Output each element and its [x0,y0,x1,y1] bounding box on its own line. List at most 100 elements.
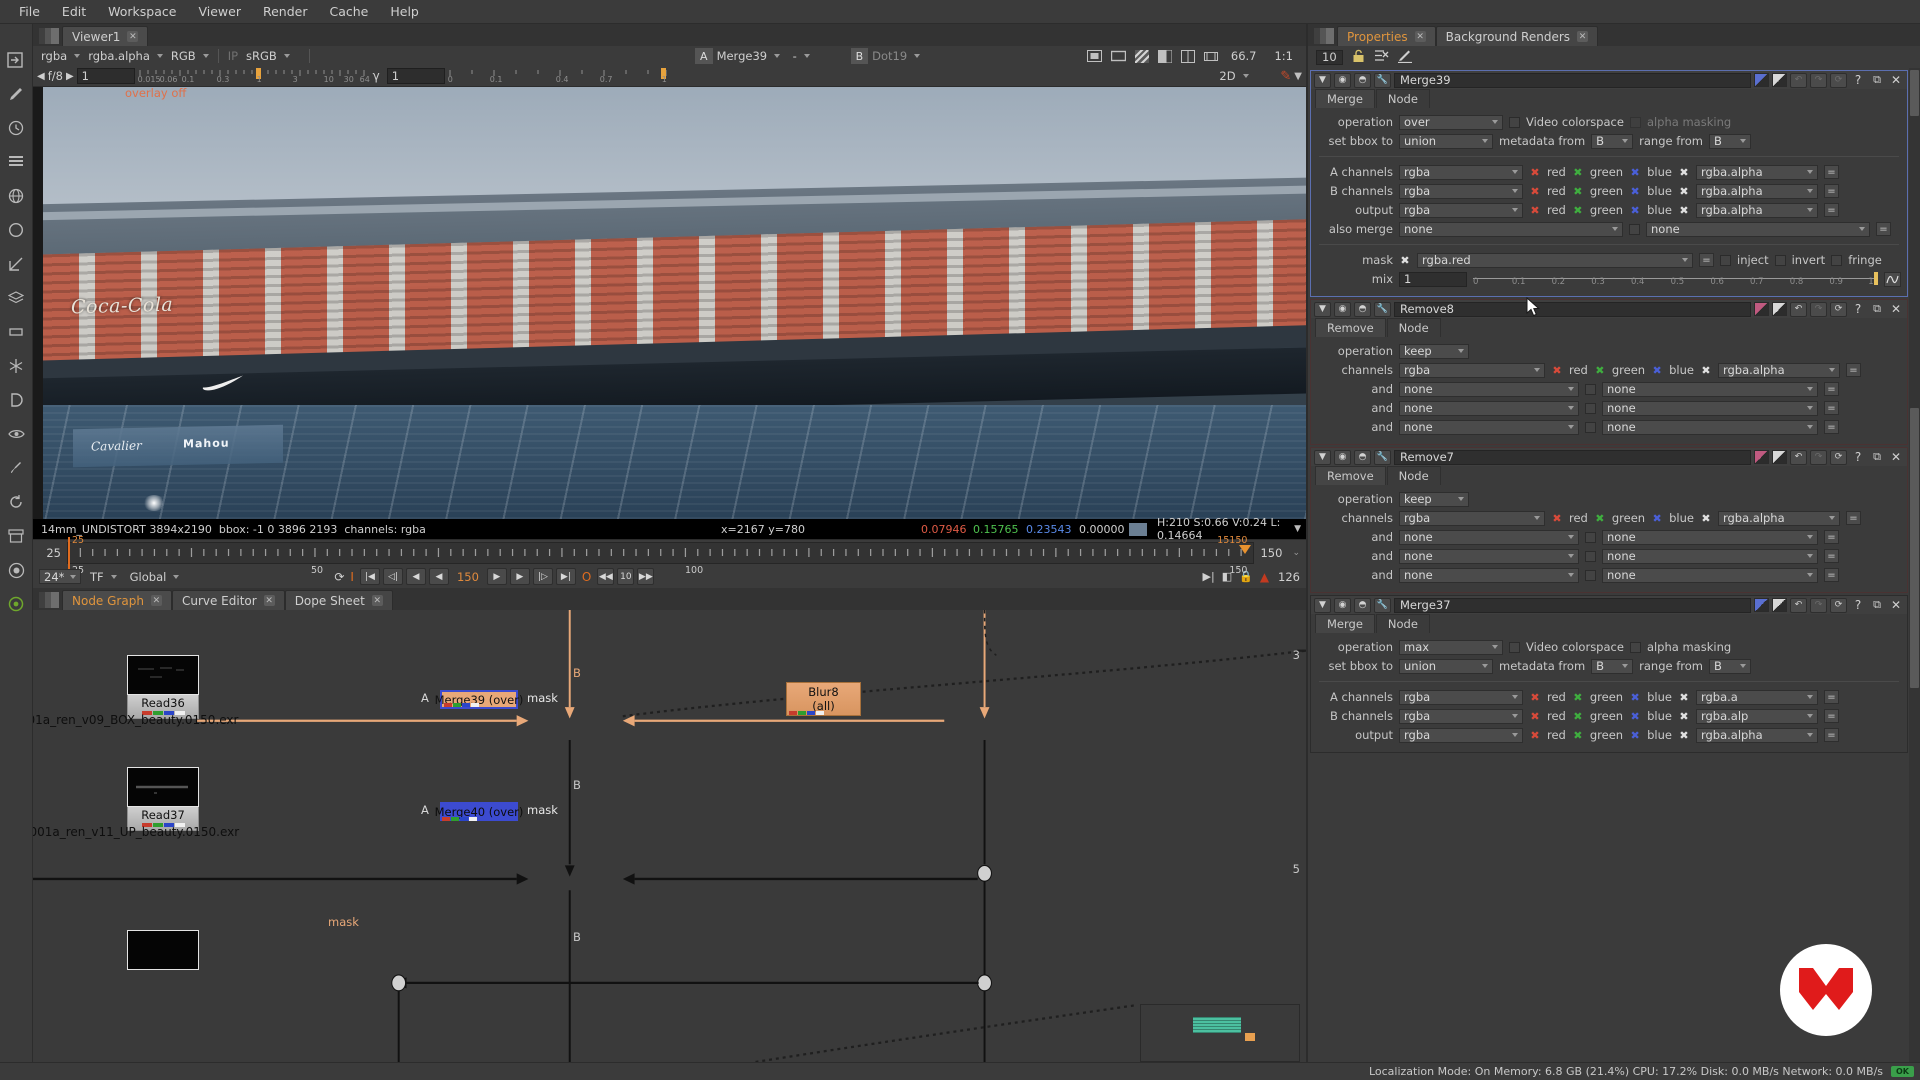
video-colorspace-checkbox[interactable] [1509,116,1520,128]
and-2-left-dropdown[interactable]: none [1399,548,1579,564]
and-2-right-dropdown[interactable]: none [1602,548,1818,564]
gamma-input[interactable]: 1 [386,68,445,84]
blue-checkbox[interactable]: ✖ [1651,512,1663,525]
out-red-checkbox[interactable]: ✖ [1529,204,1541,217]
and-2-checkbox[interactable] [1585,402,1596,414]
wrench-icon[interactable]: 🔧 [1374,449,1391,465]
out-blue-checkbox[interactable]: ✖ [1629,204,1641,217]
b-alpha-checkbox[interactable]: ✖ [1678,185,1690,198]
set-bbox-dropdown[interactable]: union [1399,658,1493,674]
channel-set-dropdown[interactable]: rgba [37,48,85,64]
set-out-icon[interactable]: O [582,570,591,584]
collapse-icon[interactable]: ▼ [1314,449,1331,465]
and-3-checkbox[interactable] [1585,421,1596,433]
alpha-dropdown[interactable]: rgba.alpha [1717,362,1840,378]
out-alpha-dropdown[interactable]: rgba.alpha [1695,727,1818,743]
undo-icon[interactable]: ↶ [1790,72,1807,88]
archive-icon[interactable] [5,526,27,546]
tab-remove[interactable]: Remove [1315,466,1386,485]
invert-checkbox[interactable] [1774,254,1786,266]
mix-input[interactable]: 1 [1399,271,1467,287]
menu-cache[interactable]: Cache [318,1,379,22]
node-name-field-remove7[interactable]: Remove7 [1394,449,1751,465]
last-frame-button[interactable]: ▶| [555,568,576,585]
close-icon[interactable]: ✕ [263,595,275,606]
properties-scrollbar[interactable] [1909,68,1920,1062]
b-alpha-dropdown[interactable]: rgba.alp [1695,708,1818,724]
step-forward-button[interactable]: ▶▶ [637,568,655,585]
input-a-selector[interactable]: A Merge39 [695,48,789,64]
compare-icon[interactable] [1180,49,1195,63]
close-icon[interactable]: ✕ [1888,302,1904,316]
color-icon[interactable]: ◉ [1334,72,1351,88]
b-channels-dropdown[interactable]: rgba [1399,183,1523,199]
mix-slider[interactable]: 0 0.1 0.2 0.3 0.4 0.5 0.6 0.7 0.8 0.9 1 [1473,272,1878,287]
viewer-lock-icon[interactable]: ✎ [1280,69,1291,84]
clock-icon[interactable] [5,118,27,138]
mask-dropdown[interactable]: rgba.red [1417,252,1693,268]
set-in-icon[interactable]: I [350,570,354,584]
checkerboard-icon[interactable] [1134,49,1149,63]
close-icon[interactable]: ✕ [1414,31,1426,42]
redo-icon[interactable]: ↷ [1810,72,1827,88]
stack-icon[interactable] [5,288,27,308]
node-icon[interactable] [5,322,27,342]
and-1-right-dropdown[interactable]: none [1602,381,1818,397]
set-bbox-dropdown[interactable]: union [1399,133,1493,149]
and-2-left-dropdown[interactable]: none [1399,400,1579,416]
revert-icon[interactable]: ⟳ [1830,449,1847,465]
node-read36[interactable]: Read36 [127,655,199,719]
b-blue-checkbox[interactable]: ✖ [1629,710,1641,723]
a-alpha-dropdown[interactable]: rgba.a [1695,689,1818,705]
wipe-icon[interactable] [1157,49,1172,63]
gain-gauge[interactable]: 0.015 0.06 0.1 0.3 1 3 10 30 64 [138,68,370,84]
and-1-left-dropdown[interactable]: none [1399,529,1579,545]
output-channels-dropdown[interactable]: rgba [1399,202,1523,218]
b-expression-button[interactable]: = [1823,709,1839,723]
wrench-icon[interactable]: 🔧 [1374,597,1391,613]
undo-icon[interactable]: ↶ [1790,597,1807,613]
timeline-in-frame[interactable]: 25 [39,546,61,560]
play-forward-button[interactable]: ▶ [486,568,507,585]
tab-node[interactable]: Node [1386,318,1441,337]
mix-animation-icon[interactable] [1884,271,1901,287]
gamma-gauge[interactable]: 0 0.1 0.4 0.7 1 [448,68,668,84]
and-3-left-dropdown[interactable]: none [1399,419,1579,435]
settings-icon[interactable] [5,594,27,614]
channels-dropdown[interactable]: rgba [1399,362,1545,378]
and-3-expression-button[interactable]: = [1824,568,1839,582]
out-green-checkbox[interactable]: ✖ [1572,204,1584,217]
next-proxy-icon[interactable]: ▶ [66,71,74,82]
prev-keyframe-button[interactable]: ◁| [382,568,403,585]
mask-toggle-icon[interactable] [1772,450,1787,464]
globe-icon[interactable] [5,186,27,206]
color-wheel-icon[interactable] [5,560,27,580]
and-1-expression-button[interactable]: = [1824,530,1839,544]
float-icon[interactable]: ⧉ [1869,598,1885,612]
range-from-dropdown[interactable]: B [1709,658,1752,674]
display-mode-dropdown[interactable]: RGB [166,48,213,64]
and-2-right-dropdown[interactable]: none [1602,400,1818,416]
redo-icon[interactable]: ↷ [1810,597,1827,613]
and-3-checkbox[interactable] [1585,569,1596,581]
a-channels-dropdown[interactable]: rgba [1399,164,1523,180]
mask-icon[interactable]: ◓ [1354,449,1371,465]
d-icon[interactable] [5,390,27,410]
tab-merge[interactable]: Merge [1315,89,1375,108]
alpha-checkbox[interactable]: ✖ [1700,512,1712,525]
and-2-expression-button[interactable]: = [1824,401,1839,415]
zoom-level[interactable]: 66.7 [1231,49,1257,63]
b-alpha-dropdown[interactable]: rgba.alpha [1695,183,1818,199]
red-checkbox[interactable]: ✖ [1551,512,1563,525]
out-expression-button[interactable]: = [1823,203,1839,217]
gate-icon[interactable] [1203,50,1218,63]
menu-file[interactable]: File [8,1,51,22]
nodegraph-minimap[interactable] [1140,1004,1300,1062]
and-2-expression-button[interactable]: = [1824,549,1839,563]
out-green-checkbox[interactable]: ✖ [1572,729,1584,742]
out-alpha-dropdown[interactable]: rgba.alpha [1695,202,1818,218]
float-icon[interactable]: ⧉ [1869,73,1885,87]
close-icon[interactable]: ✕ [127,31,139,42]
float-icon[interactable]: ⧉ [1869,302,1885,316]
properties-scroll-area[interactable]: ▼ ◉ ◓ 🔧 Merge39 ↶ ↷ ⟳ ? ⧉ ✕ Merge Node o… [1308,68,1920,1062]
